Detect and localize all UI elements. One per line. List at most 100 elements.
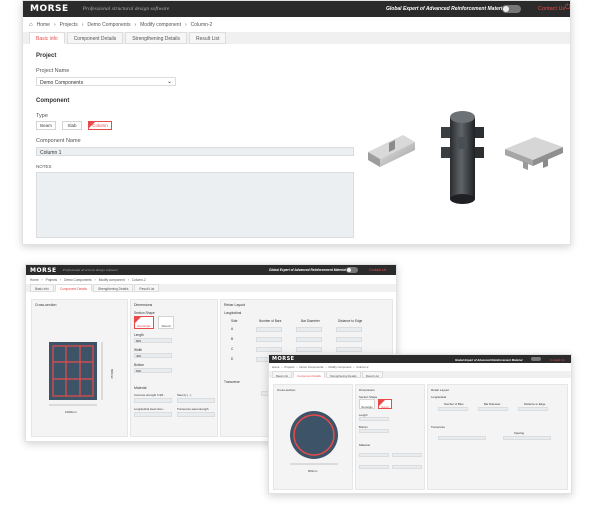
app-subtitle-2: Professional structural design software (62, 268, 118, 272)
type-beam-button[interactable]: Beam (36, 121, 56, 130)
crumb2-demo[interactable]: Demo Components (64, 278, 91, 282)
crumb-modify[interactable]: Modify component (140, 22, 181, 28)
crumb3-demo[interactable]: Demo Components (299, 365, 323, 369)
home-icon[interactable]: ⌂ (29, 22, 33, 28)
row-b-edge[interactable] (336, 337, 362, 342)
tab-basic-info[interactable]: Basic info (29, 32, 65, 44)
shape-round-button-3[interactable]: Round (378, 399, 392, 409)
crumb-home[interactable]: Home (37, 22, 50, 28)
concrete-input-3[interactable] (359, 453, 389, 457)
row-b-dia[interactable] (296, 337, 322, 342)
transverse-steel-input[interactable] (177, 412, 215, 417)
transverse-spacing-input[interactable] (503, 436, 551, 440)
row-a-count[interactable] (256, 327, 282, 332)
crumb-projects[interactable]: Projects (60, 22, 78, 28)
bottom-input-3[interactable] (359, 429, 389, 433)
section-height-label: 800mm (110, 368, 115, 380)
crumb2-modify[interactable]: Modify component (99, 278, 125, 282)
cross-section-panel-3: Cross-section 600mm (273, 384, 353, 490)
breadcrumb-2: Home › Projects › Demo Components › Modify … (30, 277, 146, 282)
length-value: 800 (136, 339, 142, 343)
theme-toggle-2[interactable] (346, 267, 358, 273)
steel-input[interactable] (177, 398, 215, 403)
component-name-value: Column 1 (40, 149, 62, 156)
bottom-label: Bottom (134, 363, 145, 367)
steel-input-3[interactable] (392, 453, 422, 457)
row-c-count[interactable] (256, 347, 282, 352)
rebar-header-dia-3: Bar Diameter (484, 402, 501, 406)
long-steel-input[interactable] (134, 412, 172, 417)
rebar-header-count-3: Number of Bars (444, 402, 464, 406)
row-b-count[interactable] (256, 337, 282, 342)
component-heading: Component (36, 98, 70, 104)
crumb3-projects[interactable]: Projects (284, 365, 294, 369)
shape-rectangle-button[interactable]: Rectangle (134, 316, 154, 329)
type-slab-button[interactable]: Slab (62, 121, 82, 130)
theme-toggle[interactable] (502, 5, 521, 13)
row-a-edge[interactable] (336, 327, 362, 332)
tab2-result[interactable]: Result List (134, 284, 160, 292)
notes-textarea[interactable] (36, 172, 354, 238)
crumb2-projects[interactable]: Projects (46, 278, 58, 282)
contact-us-link[interactable]: Contact Us (538, 6, 565, 12)
crumb2-home[interactable]: Home (30, 278, 39, 282)
bottom-input[interactable]: 600 (134, 368, 172, 373)
round-dia-input[interactable] (478, 407, 508, 411)
long-steel-label: Longitudinal steel stren... (134, 407, 166, 411)
chevron-down-icon: ⌄ (166, 79, 172, 85)
app-tagline-2: Global Expert of Advanced Reinforcement … (269, 268, 346, 272)
toggle-knob (503, 6, 509, 12)
top-bar-3: MORSE Global Expert of Advanced Reinforc… (269, 355, 571, 363)
toggle-knob-2 (347, 268, 351, 272)
slab-model-icon (505, 137, 563, 170)
tab2-basic[interactable]: Basic info (30, 284, 54, 292)
app-logo-2: MORSE (30, 266, 57, 274)
contact-us-link-3[interactable]: Contact Us (550, 358, 565, 362)
shape-round-button[interactable]: Round (158, 316, 174, 329)
shape-rect-label-3: Rectangle (361, 406, 373, 409)
tab3-strength[interactable]: Strengthening Details (325, 371, 361, 378)
transverse-label-3: Transverse (431, 425, 445, 429)
type-label: Type (36, 113, 48, 119)
rebar-row-a: A (224, 327, 389, 333)
transverse-input-3[interactable] (392, 465, 422, 469)
crumb3-column: Column-2 (356, 365, 369, 369)
longitudinal-label: Longitudinal (224, 311, 242, 315)
project-name-select[interactable]: Demo Components ⌄ (36, 77, 176, 86)
tab-component-details[interactable]: Component Details (66, 32, 124, 44)
row-a-dia[interactable] (296, 327, 322, 332)
length-input-3[interactable] (359, 417, 389, 421)
round-count-input[interactable] (438, 407, 468, 411)
long-steel-input-3[interactable] (359, 465, 389, 469)
tab3-basic[interactable]: Basic info (272, 371, 293, 378)
concrete-input[interactable] (134, 398, 172, 403)
dimensions-panel-3: Dimensions Section Shape Rectangle Round… (355, 384, 425, 490)
crumb-demo[interactable]: Demo Components (87, 22, 130, 28)
tab2-strength[interactable]: Strengthening Details (92, 284, 134, 292)
round-edge-input[interactable] (518, 407, 548, 411)
tab3-details[interactable]: Component Details (293, 371, 325, 378)
crumb3-modify[interactable]: Modify component (329, 365, 352, 369)
top-bar: MORSE Professional structural design sof… (23, 1, 570, 17)
tab2-details[interactable]: Component Details (54, 284, 92, 292)
dimensions-title: Dimensions (134, 303, 153, 307)
theme-toggle-3[interactable] (531, 357, 541, 361)
component-name-input[interactable]: Column 1 (36, 147, 354, 156)
row-c-dia[interactable] (296, 347, 322, 352)
width-input[interactable]: 400 (134, 353, 172, 358)
contact-us-link-2[interactable]: Contact Us (369, 268, 386, 272)
shape-rectangle-button-3[interactable]: Rectangle (359, 399, 375, 409)
tab-strengthening[interactable]: Strengthening Details (125, 32, 188, 44)
length-input[interactable]: 800 (134, 338, 172, 343)
tab3-result[interactable]: Result List (361, 371, 383, 378)
type-column-button[interactable]: Column (88, 121, 112, 130)
cross-section-title: Cross-section (35, 303, 57, 307)
concrete-label: Concrete strength f'c(M... (134, 393, 166, 397)
row-c-edge[interactable] (336, 347, 362, 352)
crumb3-home[interactable]: Home (272, 365, 279, 369)
exit-icon[interactable]: ⏻ (565, 4, 570, 12)
tab-result-list[interactable]: Result List (189, 32, 227, 44)
shape-round-label-3: Round (381, 406, 389, 409)
transverse-dia-input-3[interactable] (438, 436, 486, 440)
breadcrumb-3: Home › Projects › Demo Components › Modify … (272, 365, 369, 369)
